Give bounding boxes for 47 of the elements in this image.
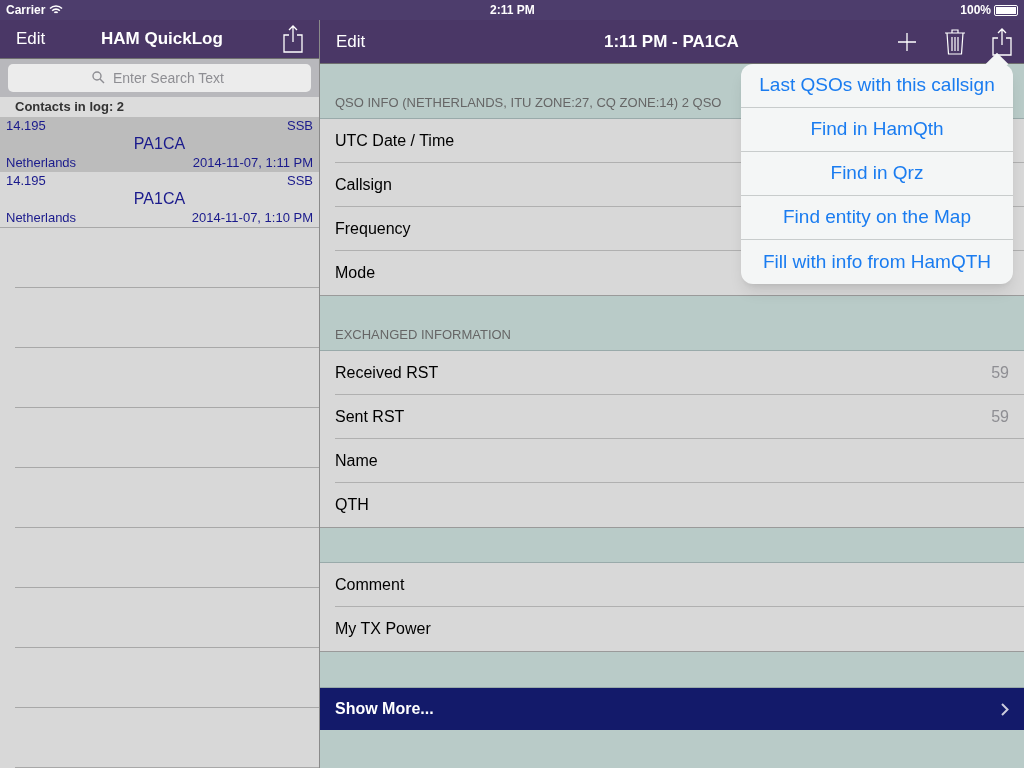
app-title: HAM QuickLog	[101, 28, 223, 51]
popover-item[interactable]: Find in HamQth	[741, 108, 1013, 152]
row-label: QTH	[335, 495, 369, 515]
carrier-name: Carrier	[6, 2, 46, 19]
row-value: 59	[991, 406, 1009, 427]
contact-country: Netherlands	[6, 209, 77, 227]
row-value: 59	[991, 362, 1009, 383]
section-header: QSO INFO (NETHERLANDS, ITU ZONE:27, CQ ZONE:14) 2 QSO	[335, 93, 722, 112]
contact-datetime: 2014-11-07, 1:11 PM	[192, 154, 313, 172]
popover-item[interactable]: Last QSOs with this callsign	[741, 64, 1013, 108]
edit-button[interactable]: Edit	[336, 28, 366, 55]
row-label: Callsign	[335, 174, 392, 195]
row-label: UTC Date / Time	[335, 130, 455, 151]
row-label: Received RST	[335, 362, 439, 383]
battery-icon	[994, 4, 1018, 16]
status-time: 2:11 PM	[490, 2, 535, 19]
wifi-icon	[49, 5, 64, 15]
contact-callsign: PA1CA	[133, 134, 186, 154]
log-header: Contacts in log: 2	[15, 98, 125, 117]
share-icon[interactable]	[992, 27, 1012, 56]
contact-mode: SSB	[287, 173, 313, 189]
popover-item[interactable]: Find entity on the Map	[741, 196, 1013, 240]
detail-title: 1:11 PM - PA1CA	[604, 30, 739, 53]
chevron-icon	[1001, 702, 1009, 716]
battery-percentage: 100%	[960, 2, 991, 19]
row-label: Sent RST	[335, 406, 405, 427]
popover-item[interactable]: Find in Qrz	[741, 152, 1013, 196]
contact-datetime: 2014-11-07, 1:10 PM	[191, 209, 313, 227]
search-field[interactable]: Enter Search Text	[8, 64, 311, 93]
contact-mode: SSB	[287, 118, 313, 134]
row-label: Name	[335, 450, 378, 471]
contact-country: Netherlands	[6, 154, 77, 172]
edit-button[interactable]: Edit	[16, 26, 46, 52]
search-icon	[92, 71, 105, 85]
contact-frequency: 14.195	[6, 118, 46, 134]
row-label: Frequency	[335, 218, 411, 239]
add-icon[interactable]	[897, 31, 917, 52]
trash-icon[interactable]	[944, 28, 966, 55]
contact-frequency: 14.195	[6, 173, 46, 189]
share-icon[interactable]	[283, 25, 303, 54]
row-label: My TX Power	[335, 619, 431, 639]
section-header: EXCHANGED INFORMATION	[335, 325, 511, 344]
row-label: Comment	[335, 574, 405, 595]
row-label: Mode	[335, 263, 376, 283]
contact-row[interactable]: 14.195 SSB PA1CA Netherlands 2014-11-07, 1:11 PM	[0, 117, 319, 172]
show-more-row[interactable]: Show More...	[320, 688, 1024, 730]
contact-callsign: PA1CA	[133, 189, 186, 209]
